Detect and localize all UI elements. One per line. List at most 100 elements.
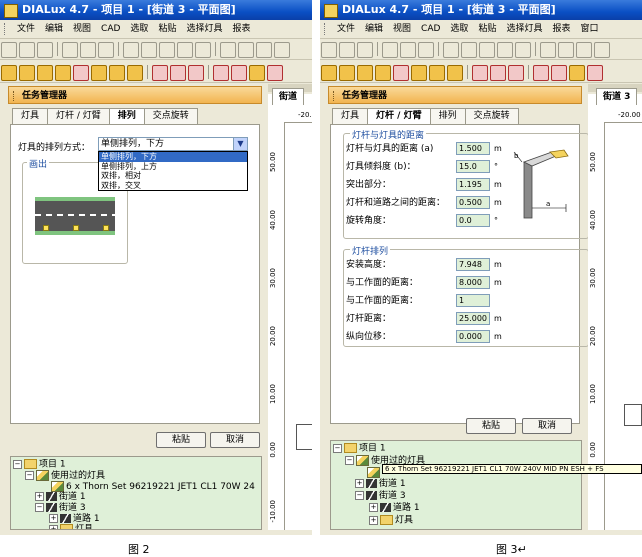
new-file-icon[interactable]: [1, 42, 17, 58]
zoom-icon[interactable]: [109, 65, 125, 81]
menu-cad[interactable]: CAD: [416, 20, 445, 38]
arrangement-option[interactable]: 双排，相对: [99, 171, 247, 181]
tab-luminaire[interactable]: 灯具: [332, 108, 369, 124]
select-move-icon[interactable]: [339, 65, 355, 81]
open-folder-icon[interactable]: [339, 42, 355, 58]
paste-icon[interactable]: [479, 42, 495, 58]
view-front-icon[interactable]: [594, 42, 610, 58]
pole-luminaire-distance-input[interactable]: 1.500: [456, 142, 490, 155]
view-tab[interactable]: 街道: [272, 88, 305, 105]
luminaire-help-icon[interactable]: [249, 65, 265, 81]
luminaire-arrangement-2-icon[interactable]: [170, 65, 186, 81]
menu-select[interactable]: 选取: [445, 20, 473, 38]
arrangement-option[interactable]: 单侧排列，上方: [99, 162, 247, 172]
pole-spacing-input[interactable]: 25.000: [456, 312, 490, 325]
luminaire-arrangement-1-icon[interactable]: [152, 65, 168, 81]
tree-node-project[interactable]: − 项目 1: [333, 443, 386, 455]
luminaire-arrangement-3-icon[interactable]: [188, 65, 204, 81]
print-preview-icon[interactable]: [400, 42, 416, 58]
field-icon[interactable]: [411, 65, 427, 81]
chevron-down-icon[interactable]: ▼: [233, 138, 247, 150]
arrangement-option[interactable]: 单侧排列，下方: [99, 152, 247, 162]
print-preview-icon[interactable]: [80, 42, 96, 58]
measure-icon[interactable]: [55, 65, 71, 81]
copy-icon[interactable]: [461, 42, 477, 58]
menu-select[interactable]: 选取: [125, 20, 153, 38]
rotate-icon[interactable]: [357, 65, 373, 81]
menu-edit[interactable]: 编辑: [360, 20, 388, 38]
tab-joint-rotation[interactable]: 交点旋转: [464, 108, 519, 124]
menu-cad[interactable]: CAD: [96, 20, 125, 38]
zoom-icon[interactable]: [429, 65, 445, 81]
tab-pole-arm[interactable]: 灯杆 / 灯臂: [47, 108, 110, 124]
luminaire-arrangement-2-icon[interactable]: [490, 65, 506, 81]
tree-node-luminaires[interactable]: + 灯具: [369, 515, 413, 527]
pole-road-distance-input[interactable]: 0.500: [456, 196, 490, 209]
tree-node-street3[interactable]: − 街道 3: [35, 503, 86, 514]
tab-pole-arm[interactable]: 灯杆 / 灯臂: [367, 108, 431, 125]
tab-arrangement[interactable]: 排列: [108, 108, 145, 125]
tree-node-road1[interactable]: + 道路 1: [369, 503, 420, 514]
workplane-count-input[interactable]: 1: [456, 294, 490, 307]
menu-window[interactable]: 窗口: [575, 20, 603, 38]
pan-icon[interactable]: [447, 65, 463, 81]
pdf-icon[interactable]: [98, 42, 114, 58]
cancel-button[interactable]: 取消: [522, 418, 572, 434]
luminaire-help-icon[interactable]: [569, 65, 585, 81]
select-arrow-icon[interactable]: [1, 65, 17, 81]
menu-file[interactable]: 文件: [332, 20, 360, 38]
rotate-icon[interactable]: [37, 65, 53, 81]
arrangement-select[interactable]: 单侧排列，下方 ▼: [98, 137, 248, 151]
plan-object[interactable]: [624, 404, 642, 426]
view-plan-icon[interactable]: [558, 42, 574, 58]
luminaire-arrangement-5-icon[interactable]: [551, 65, 567, 81]
cut-icon[interactable]: [123, 42, 139, 58]
menu-paste[interactable]: 粘贴: [153, 20, 181, 38]
menu-reports[interactable]: 报表: [227, 20, 255, 38]
luminaire-tilt-input[interactable]: 15.0: [456, 160, 490, 173]
luminaire-arrangement-5-icon[interactable]: [231, 65, 247, 81]
longitudinal-offset-input[interactable]: 0.000: [456, 330, 490, 343]
menu-select-luminaire[interactable]: 选择灯具: [501, 20, 547, 38]
paste-button[interactable]: 粘贴: [156, 432, 206, 448]
menu-select-luminaire[interactable]: 选择灯具: [181, 20, 227, 38]
arrangement-option[interactable]: 双排，交叉: [99, 181, 247, 191]
tree-node-luminaire[interactable]: [367, 467, 382, 479]
luminaire-arrangement-3-icon[interactable]: [508, 65, 524, 81]
redo-icon[interactable]: [195, 42, 211, 58]
tab-joint-rotation[interactable]: 交点旋转: [143, 108, 198, 124]
tree-node-street3[interactable]: − 街道 3: [355, 491, 406, 502]
plan-object[interactable]: [296, 424, 312, 450]
cancel-button[interactable]: 取消: [210, 432, 260, 448]
cut-icon[interactable]: [443, 42, 459, 58]
select-arrow-icon[interactable]: [321, 65, 337, 81]
tree-node-street1[interactable]: + 街道 1: [35, 492, 86, 503]
view-plan-icon[interactable]: [238, 42, 254, 58]
luminaire-arrangement-1-icon[interactable]: [472, 65, 488, 81]
view-side-icon[interactable]: [576, 42, 592, 58]
tree-node-project[interactable]: − 项目 1: [13, 459, 66, 471]
menu-view[interactable]: 视图: [388, 20, 416, 38]
calc-icon[interactable]: [73, 65, 89, 81]
luminaire-arrangement-4-icon[interactable]: [533, 65, 549, 81]
mounting-height-input[interactable]: 7.948: [456, 258, 490, 271]
overhang-input[interactable]: 1.195: [456, 178, 490, 191]
view-side-icon[interactable]: [256, 42, 272, 58]
view-3d-icon[interactable]: [220, 42, 236, 58]
luminaire-arrangement-6-icon[interactable]: [267, 65, 283, 81]
field-icon[interactable]: [91, 65, 107, 81]
undo-icon[interactable]: [497, 42, 513, 58]
save-icon[interactable]: [37, 42, 53, 58]
paste-icon[interactable]: [159, 42, 175, 58]
pdf-icon[interactable]: [418, 42, 434, 58]
open-folder-icon[interactable]: [19, 42, 35, 58]
select-move-icon[interactable]: [19, 65, 35, 81]
menu-view[interactable]: 视图: [68, 20, 96, 38]
undo-icon[interactable]: [177, 42, 193, 58]
save-icon[interactable]: [357, 42, 373, 58]
luminaire-arrangement-6-icon[interactable]: [587, 65, 603, 81]
menu-reports[interactable]: 报表: [547, 20, 575, 38]
print-icon[interactable]: [382, 42, 398, 58]
menu-edit[interactable]: 编辑: [40, 20, 68, 38]
view-3d-icon[interactable]: [540, 42, 556, 58]
